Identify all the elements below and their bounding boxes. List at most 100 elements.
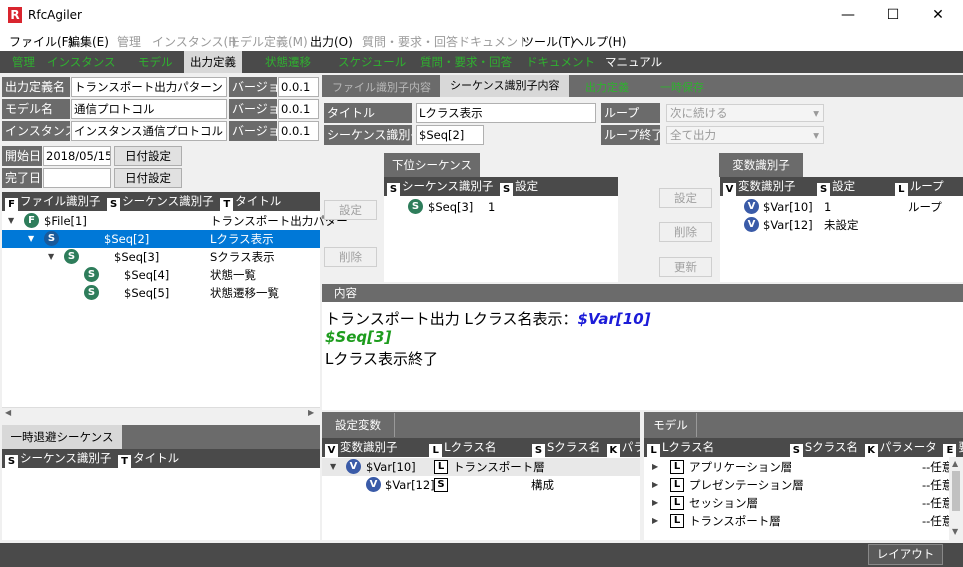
layout-button[interactable]: レイアウト <box>868 544 943 565</box>
loop-end-dropdown[interactable]: 全て出力 <box>666 126 824 144</box>
expand-arrow-icon[interactable]: ▼ <box>48 248 58 266</box>
menu-qa[interactable]: 質問・要求・回答 <box>362 33 458 50</box>
tab-model-panel[interactable]: モデル <box>645 413 697 437</box>
tree-row[interactable]: S $Seq[5] 状態遷移一覧 <box>2 284 320 302</box>
tab-seq-id-content[interactable]: シーケンス識別子内容 <box>440 75 570 97</box>
close-button[interactable]: ✕ <box>915 0 961 30</box>
var-id: $Var[10] <box>763 200 813 214</box>
var-update-button[interactable]: 更新 <box>659 257 712 277</box>
seq-id-input[interactable]: $Seq[2] <box>416 125 484 145</box>
var-delete-button[interactable]: 削除 <box>659 222 712 242</box>
menu-manage[interactable]: 管理 <box>117 33 141 50</box>
menu-edit[interactable]: 編集(E) <box>68 33 109 50</box>
end-date-set-button[interactable]: 日付設定 <box>114 168 182 188</box>
var-col-id[interactable]: 変数識別子 <box>738 179 796 193</box>
menu-instance[interactable]: インスタンス(I) <box>152 33 236 50</box>
list-item[interactable]: V $Var[10] 1 ループ <box>720 198 963 216</box>
tab-output-def-sub[interactable]: 出力定義 <box>585 79 629 95</box>
tree-row[interactable]: ▼ F $File[1] トランスポート出力パター <box>2 212 348 230</box>
table-row[interactable]: V $Var[12] S 構成 <box>322 476 640 494</box>
scroll-down-icon[interactable]: ▼ <box>952 527 958 536</box>
expand-arrow-icon[interactable]: ▼ <box>8 212 18 230</box>
table-row[interactable]: ▶ L アプリケーション層 --任意 <box>644 458 949 476</box>
var-col-setting[interactable]: 設定 <box>832 179 855 193</box>
expand-arrow-icon[interactable]: ▶ <box>652 512 662 530</box>
tab-state-transition[interactable]: 状態遷移 <box>265 54 311 70</box>
model-name-input[interactable]: 通信プロトコル <box>71 99 227 119</box>
setting-col-var[interactable]: 変数識別子 <box>340 440 398 454</box>
setting-col-param[interactable]: パラ <box>622 440 640 454</box>
menu-document[interactable]: ドキュメント <box>458 33 530 50</box>
table-row[interactable]: ▼ V $Var[10] L トランスポート層 <box>322 458 640 476</box>
tab-qa[interactable]: 質問・要求・回答 <box>420 54 512 70</box>
tree-horizontal-scrollbar[interactable]: ◀ ▶ <box>2 407 320 421</box>
output-def-input[interactable]: トランスポート出力パターン <box>71 77 227 97</box>
tab-document[interactable]: ドキュメント <box>526 54 595 70</box>
scrollbar-thumb[interactable] <box>952 471 960 511</box>
scroll-right-icon[interactable]: ▶ <box>308 408 314 417</box>
menu-tools[interactable]: ツール(T) <box>522 33 575 50</box>
maximize-button[interactable]: ☐ <box>870 0 916 30</box>
temp-col-title[interactable]: タイトル <box>133 451 179 465</box>
setting-col-lclass[interactable]: Lクラス名 <box>444 440 496 454</box>
tab-temp-save[interactable]: 一時保存 <box>660 79 704 95</box>
setting-col-sclass[interactable]: Sクラス名 <box>547 440 600 454</box>
version-input[interactable]: 0.0.1 <box>278 121 319 141</box>
model-col-param[interactable]: パラメータ <box>880 440 937 454</box>
tree-col-file-id[interactable]: ファイル識別子 <box>20 194 101 208</box>
instance-name-input[interactable]: インスタンス通信プロトコル <box>71 121 227 141</box>
sub-seq-col-id[interactable]: シーケンス識別子 <box>402 179 493 193</box>
model-col-required[interactable]: 要 <box>958 440 963 454</box>
scroll-up-icon[interactable]: ▲ <box>952 459 958 468</box>
tab-file-id-content[interactable]: ファイル識別子内容 <box>332 79 431 95</box>
table-row[interactable]: ▶ L セッション層 --任意 <box>644 494 949 512</box>
expand-arrow-icon[interactable]: ▶ <box>652 494 662 512</box>
tab-variable-ids[interactable]: 変数識別子 <box>719 153 803 177</box>
menu-output[interactable]: 出力(O) <box>310 33 353 50</box>
model-col-sclass[interactable]: Sクラス名 <box>805 440 858 454</box>
start-date-set-button[interactable]: 日付設定 <box>114 146 182 166</box>
version-input[interactable]: 0.0.1 <box>278 99 319 119</box>
tab-output-def[interactable]: 出力定義 <box>184 51 242 73</box>
expand-arrow-icon[interactable]: ▼ <box>28 230 38 248</box>
start-date-input[interactable]: 2018/05/15 <box>43 146 111 166</box>
list-item[interactable]: V $Var[12] 未設定 <box>720 216 963 234</box>
var-set-button[interactable]: 設定 <box>659 188 712 208</box>
tab-sub-sequence[interactable]: 下位シーケンス <box>384 153 480 177</box>
menu-file[interactable]: ファイル(F) <box>9 33 73 50</box>
model-col-lclass[interactable]: Lクラス名 <box>662 440 714 454</box>
menu-help[interactable]: ヘルプ(H) <box>572 33 626 50</box>
tree-col-seq-id[interactable]: シーケンス識別子 <box>122 194 213 208</box>
tree-row-selected[interactable]: ▼ S $Seq[2] Lクラス表示 <box>2 230 320 248</box>
tree-row[interactable]: ▼ S $Seq[3] Sクラス表示 <box>2 248 320 266</box>
sub-seq-set-button[interactable]: 設定 <box>324 200 377 220</box>
seq-title-input[interactable]: Lクラス表示 <box>416 103 596 123</box>
temp-col-seq-id[interactable]: シーケンス識別子 <box>20 451 111 465</box>
tab-schedule[interactable]: スケジュール <box>338 54 406 70</box>
version-input[interactable]: 0.0.1 <box>278 77 319 97</box>
loop-dropdown[interactable]: 次に続ける <box>666 104 824 122</box>
tab-manage[interactable]: 管理 <box>12 54 35 70</box>
expand-arrow-icon[interactable]: ▶ <box>652 458 662 476</box>
var-col-loop[interactable]: ループ <box>910 179 944 193</box>
expand-arrow-icon[interactable]: ▼ <box>330 458 340 476</box>
tab-manual[interactable]: マニュアル <box>605 54 662 70</box>
list-item[interactable]: S $Seq[3] 1 <box>384 198 618 216</box>
expand-arrow-icon[interactable]: ▶ <box>652 476 662 494</box>
content-editor[interactable]: トランスポート出力 Lクラス名表示：$Var[10] $Seq[3] Lクラス表… <box>322 302 963 410</box>
scroll-left-icon[interactable]: ◀ <box>5 408 11 417</box>
minimize-button[interactable]: — <box>825 0 871 30</box>
tab-model[interactable]: モデル <box>138 54 173 70</box>
tree-row[interactable]: S $Seq[4] 状態一覧 <box>2 266 320 284</box>
model-vertical-scrollbar[interactable]: ▲ ▼ <box>949 457 963 540</box>
sub-seq-delete-button[interactable]: 削除 <box>324 247 377 267</box>
sub-seq-col-setting[interactable]: 設定 <box>515 179 538 193</box>
tab-setting-vars[interactable]: 設定変数 <box>322 413 395 437</box>
table-row[interactable]: ▶ L トランスポート層 --任意 <box>644 512 949 530</box>
tab-instance[interactable]: インスタンス <box>47 54 116 70</box>
tree-col-title[interactable]: タイトル <box>235 194 281 208</box>
menu-model-def[interactable]: モデル定義(M) <box>228 33 308 50</box>
table-row[interactable]: ▶ L プレゼンテーション層 --任意 <box>644 476 949 494</box>
tab-temp-sequence[interactable]: 一時退避シーケンス <box>2 425 122 449</box>
end-date-input[interactable] <box>43 168 111 188</box>
